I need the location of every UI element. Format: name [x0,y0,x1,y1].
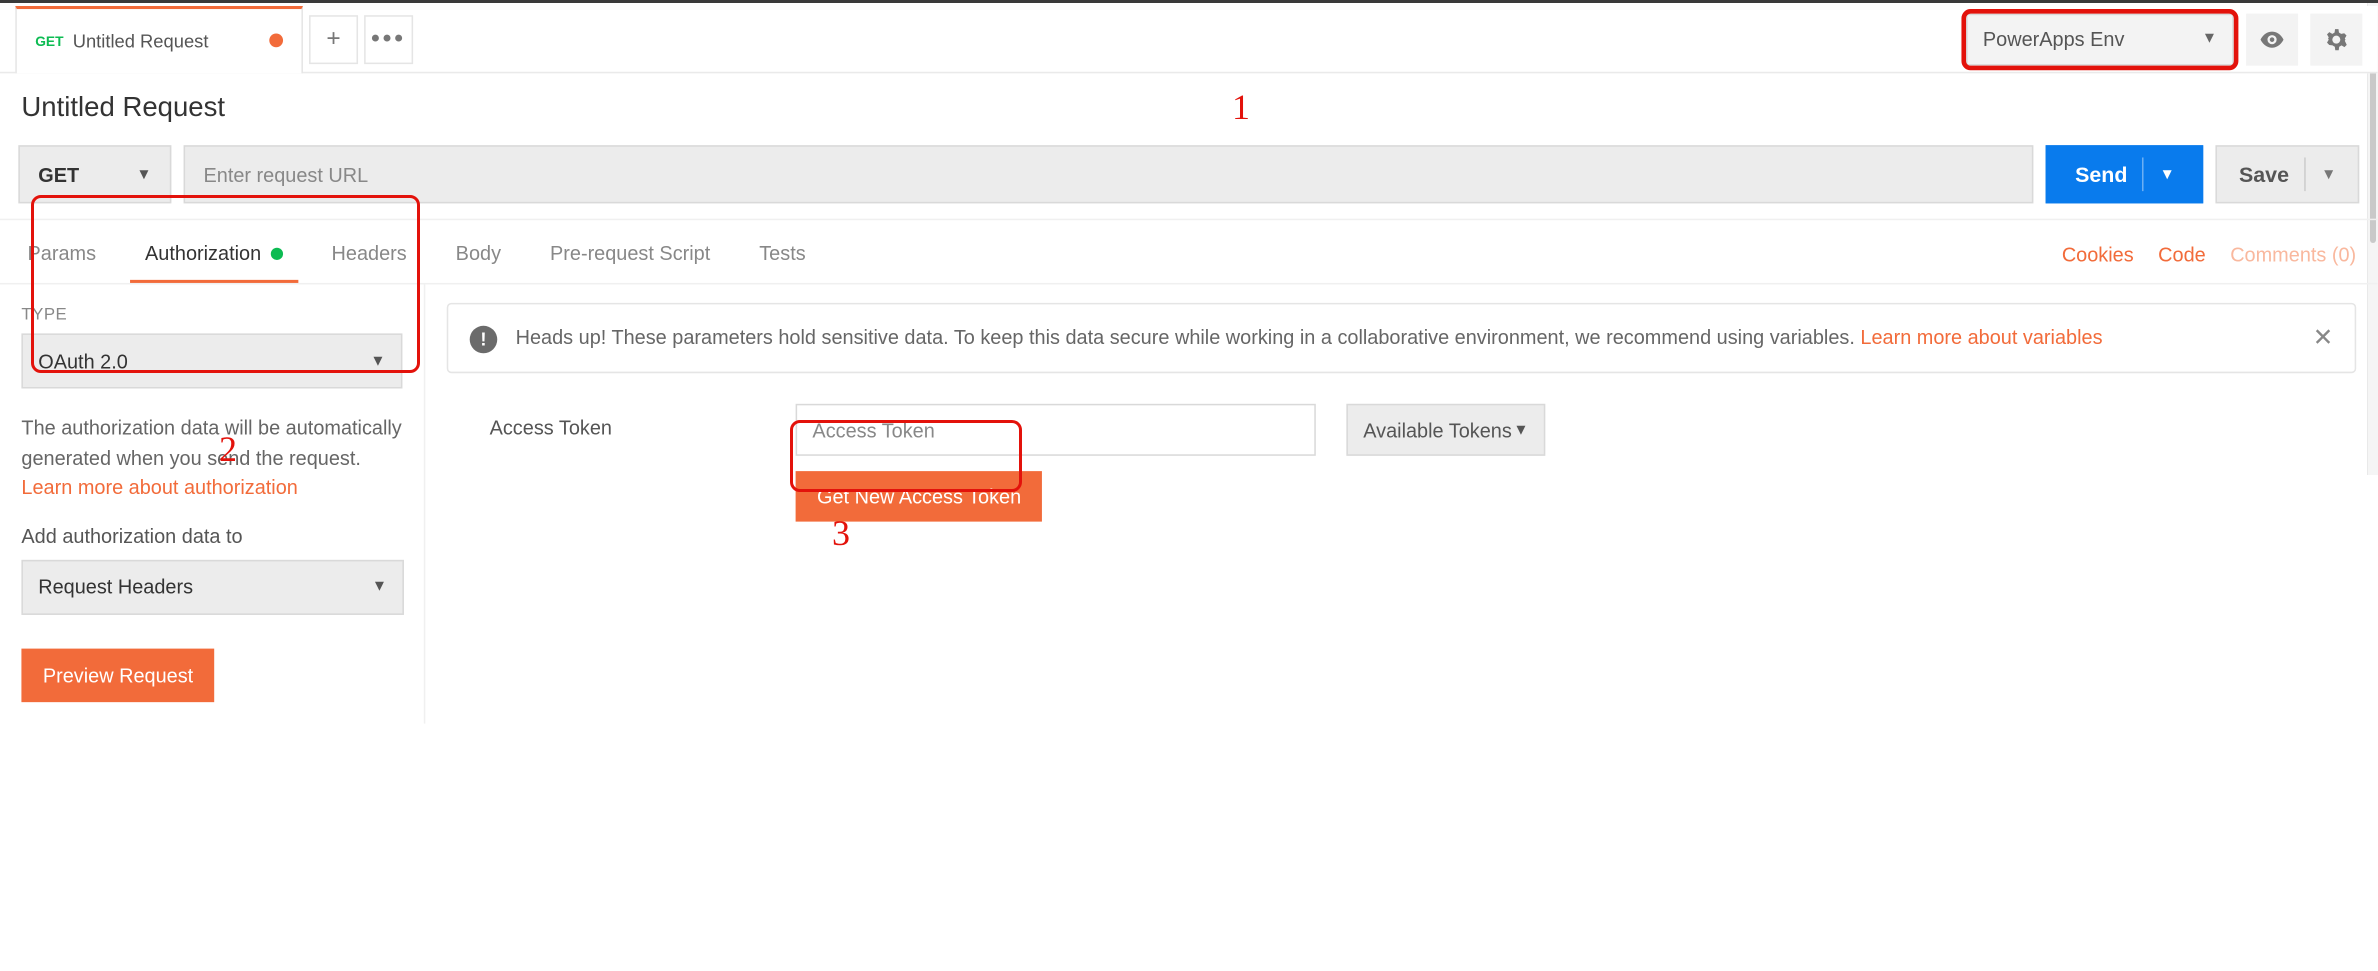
add-auth-value: Request Headers [38,575,193,598]
tab-tests[interactable]: Tests [753,229,812,279]
close-notice-button[interactable]: ✕ [2313,323,2334,354]
type-label: TYPE [21,306,402,324]
settings-button[interactable] [2310,13,2362,65]
caret-down-icon: ▼ [372,578,387,595]
active-dot-icon [270,247,282,259]
tab-overflow-button[interactable]: ••• [364,14,413,63]
caret-down-icon: ▼ [370,353,385,370]
caret-down-icon: ▼ [2160,166,2175,183]
request-sub-tabs: Params Authorization Headers Body Pre-re… [0,219,2378,280]
auth-side-panel: TYPE OAuth 2.0 ▼ The authorization data … [0,284,425,722]
tab-headers[interactable]: Headers [325,229,412,279]
auth-description: The authorization data will be automatic… [21,413,402,503]
request-title: Untitled Request [0,73,2378,136]
environment-label: PowerApps Env [1983,27,2125,50]
tab-params[interactable]: Params [21,229,102,279]
caret-down-icon: ▼ [1513,421,1528,438]
send-label: Send [2075,162,2127,186]
method-select[interactable]: GET ▼ [18,145,171,203]
quick-look-button[interactable] [2246,13,2298,65]
request-tab[interactable]: GET Untitled Request [15,5,303,72]
new-tab-button[interactable]: + [309,14,358,63]
unsaved-dot-icon [269,34,283,48]
url-placeholder: Enter request URL [203,163,368,186]
learn-variables-link[interactable]: Learn more about variables [1860,326,2102,349]
annotation-number-1: 1 [1232,86,1250,128]
info-icon: ! [470,326,498,354]
auth-main-panel: ! Heads up! These parameters hold sensit… [425,284,2377,722]
annotation-number-3: 3 [832,512,850,554]
url-input[interactable]: Enter request URL [184,145,2034,203]
access-token-placeholder: Access Token [812,418,934,441]
save-label: Save [2239,162,2289,186]
tab-authorization[interactable]: Authorization [139,229,289,279]
save-button[interactable]: Save ▼ [2216,145,2359,203]
tab-method: GET [35,33,63,48]
access-token-input[interactable]: Access Token [796,404,1316,456]
cookies-link[interactable]: Cookies [2062,243,2134,266]
caret-down-icon: ▼ [2202,30,2217,47]
auth-type-value: OAuth 2.0 [38,349,128,372]
learn-auth-link[interactable]: Learn more about authorization [21,476,297,499]
environment-select[interactable]: PowerApps Env ▼ [1966,13,2234,65]
tab-bar: GET Untitled Request + ••• PowerApps Env… [0,6,2378,73]
access-token-label: Access Token [490,404,765,439]
sensitive-data-notice: ! Heads up! These parameters hold sensit… [447,303,2356,373]
tab-prerequest[interactable]: Pre-request Script [544,229,717,279]
caret-down-icon: ▼ [2321,166,2336,183]
code-link[interactable]: Code [2158,243,2206,266]
add-auth-select[interactable]: Request Headers ▼ [21,559,403,614]
caret-down-icon: ▼ [136,166,151,183]
tab-body[interactable]: Body [450,229,508,279]
auth-type-select[interactable]: OAuth 2.0 ▼ [21,333,402,388]
eye-icon [2258,25,2286,53]
comments-link[interactable]: Comments (0) [2230,243,2356,266]
gear-icon [2323,25,2351,53]
tab-title: Untitled Request [73,30,209,51]
add-auth-label: Add authorization data to [21,524,402,547]
annotation-number-2: 2 [219,428,237,470]
available-tokens-select[interactable]: Available Tokens ▼ [1346,404,1545,456]
send-button[interactable]: Send ▼ [2046,145,2204,203]
available-tokens-label: Available Tokens [1363,418,1512,441]
preview-request-button[interactable]: Preview Request [21,648,214,702]
method-value: GET [38,163,79,186]
request-row: GET ▼ Enter request URL Send ▼ Save ▼ [0,136,2378,219]
